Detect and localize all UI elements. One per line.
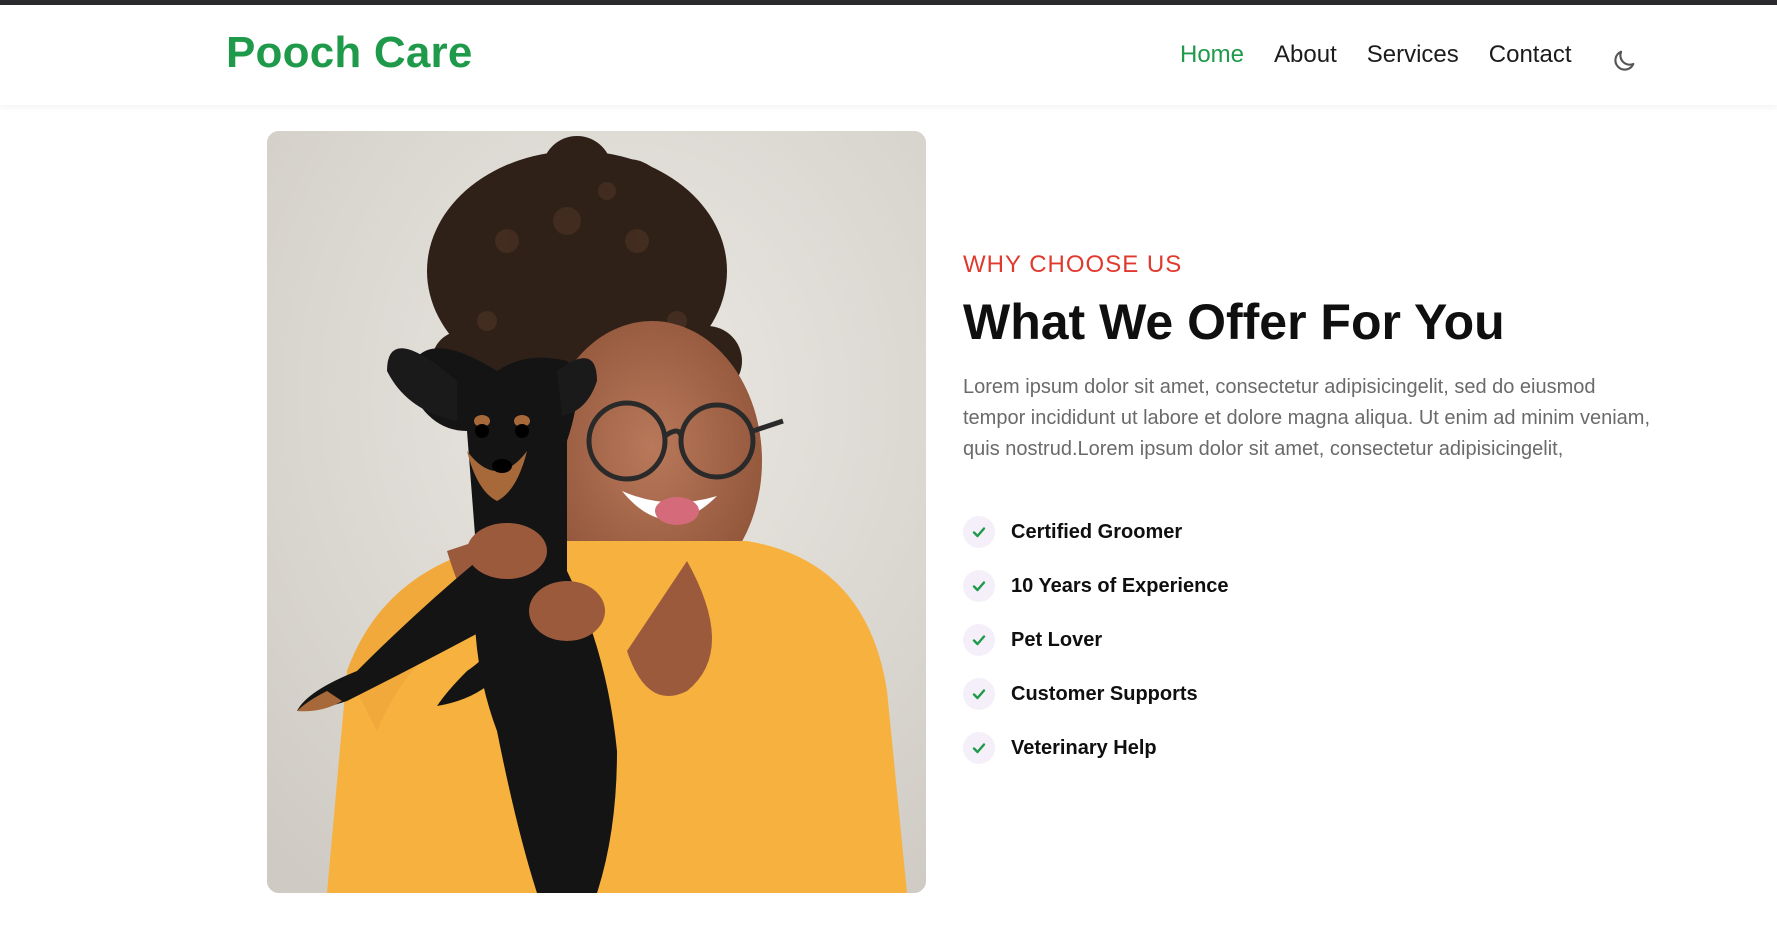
feature-label: 10 Years of Experience: [1011, 574, 1229, 597]
check-icon: [963, 624, 995, 656]
section-description: Lorem ipsum dolor sit amet, consectetur …: [963, 376, 1651, 460]
check-icon: [963, 678, 995, 710]
feature-list: Certified Groomer 10 Years of Experience…: [963, 505, 1663, 775]
section-title: What We Offer For You: [963, 294, 1505, 350]
check-icon: [963, 732, 995, 764]
list-item: Customer Supports: [963, 667, 1663, 721]
brand-logo[interactable]: Pooch Care: [226, 31, 473, 75]
nav-link-about[interactable]: About: [1274, 41, 1337, 68]
nav-link-home[interactable]: Home: [1180, 41, 1244, 68]
moon-icon: [1614, 50, 1635, 71]
nav-item-home: Home: [1180, 43, 1244, 67]
list-item: Veterinary Help: [963, 721, 1663, 775]
site-header: Pooch Care Home About Services Contact: [0, 5, 1777, 105]
list-item: 10 Years of Experience: [963, 559, 1663, 613]
list-item: Pet Lover: [963, 613, 1663, 667]
nav-link-services[interactable]: Services: [1367, 41, 1459, 68]
nav-link-contact[interactable]: Contact: [1489, 41, 1572, 68]
feature-label: Customer Supports: [1011, 682, 1198, 705]
nav-item-contact: Contact: [1489, 43, 1572, 67]
main-nav: Home About Services Contact: [1180, 43, 1572, 67]
woman-holding-dog-photo: [267, 131, 926, 893]
nav-item-services: Services: [1367, 43, 1459, 67]
check-icon: [963, 570, 995, 602]
feature-label: Pet Lover: [1011, 628, 1103, 651]
hero-photo: [267, 131, 926, 893]
feature-label: Certified Groomer: [1011, 520, 1183, 543]
why-choose-us-section: WHY CHOOSE US What We Offer For You Lore…: [963, 253, 1663, 775]
list-item: Certified Groomer: [963, 505, 1663, 559]
nav-item-about: About: [1274, 43, 1337, 67]
theme-toggle-button[interactable]: [1608, 45, 1640, 77]
check-icon: [963, 516, 995, 548]
section-eyebrow: WHY CHOOSE US: [963, 251, 1183, 278]
feature-label: Veterinary Help: [1011, 736, 1157, 759]
